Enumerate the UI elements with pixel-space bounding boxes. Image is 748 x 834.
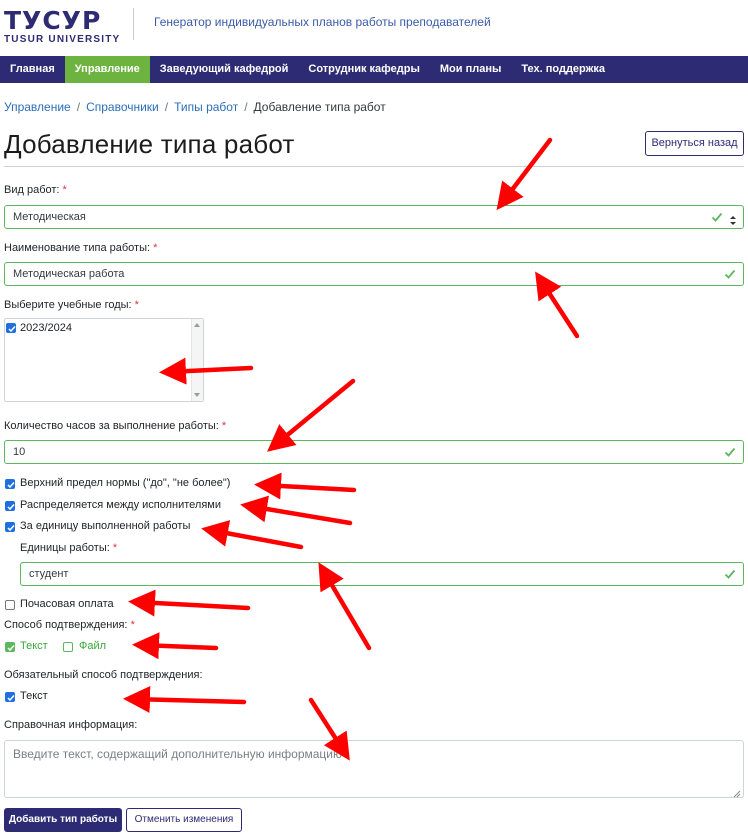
annotation-arrow: [254, 472, 357, 500]
work-type-name-label: Наименование типа работы: *: [4, 242, 157, 254]
upper-limit-label[interactable]: Верхний предел нормы ("до", "не более"): [20, 477, 230, 489]
header-divider: [133, 8, 134, 40]
tusur-logo[interactable]: ТУСУР TUSUR UNIVERSITY: [4, 8, 120, 45]
mandatory-confirm-label: Обязательный способ подтверждения:: [4, 669, 203, 681]
annotation-arrow: [240, 495, 353, 526]
confirm-file-checkbox[interactable]: [63, 642, 73, 652]
valid-check-icon: [724, 568, 736, 580]
reference-info-placeholder: Введите текст, содержащий дополнительную…: [13, 747, 343, 761]
nav-item-support[interactable]: Тех. поддержка: [511, 56, 615, 83]
upper-limit-checkbox[interactable]: [5, 479, 15, 489]
back-button[interactable]: Вернуться назад: [645, 131, 744, 156]
distributed-label[interactable]: Распределяется между исполнителями: [20, 499, 221, 511]
hourly-pay-label[interactable]: Почасовая оплата: [20, 598, 114, 610]
required-mark: *: [134, 299, 139, 311]
annotation-arrows: [123, 137, 580, 761]
hours-value: 10: [13, 446, 26, 458]
annotation-arrow: [132, 632, 219, 660]
work-kind-select[interactable]: Методическая: [4, 205, 744, 229]
nav-item-department-staff[interactable]: Сотрудник кафедры: [298, 56, 429, 83]
confirm-method-label-text: Способ подтверждения:: [4, 619, 128, 631]
units-value: студент: [29, 568, 69, 580]
annotation-arrow: [201, 520, 304, 550]
work-kind-label: Вид работ: *: [4, 184, 67, 196]
valid-check-icon: [724, 268, 736, 280]
confirm-file-label[interactable]: Файл: [79, 640, 106, 652]
annotation-arrow: [496, 137, 553, 211]
page-title: Добавление типа работ: [4, 129, 295, 159]
units-input[interactable]: студент: [20, 562, 744, 586]
breadcrumb-current: Добавление типа работ: [253, 100, 386, 114]
breadcrumb: Управление / Справочники / Типы работ / …: [4, 100, 386, 114]
work-type-name-label-text: Наименование типа работы:: [4, 242, 151, 254]
distributed-checkbox[interactable]: [5, 501, 15, 511]
hours-input[interactable]: 10: [4, 440, 744, 464]
mandatory-text-checkbox[interactable]: [5, 692, 15, 702]
breadcrumb-separator: /: [164, 100, 169, 114]
required-mark: *: [62, 184, 67, 196]
logo-subtext: TUSUR UNIVERSITY: [4, 34, 121, 45]
listbox-scrollbar[interactable]: [191, 319, 203, 401]
years-listbox[interactable]: 2023/2024: [4, 318, 204, 402]
site-header: ТУСУР TUSUR UNIVERSITY Генератор индивид…: [0, 0, 748, 56]
year-option-label: 2023/2024: [20, 322, 72, 334]
hours-label-text: Количество часов за выполнение работы:: [4, 420, 219, 432]
annotation-arrow: [535, 271, 580, 339]
work-kind-label-text: Вид работ:: [4, 184, 60, 196]
app-title[interactable]: Генератор индивидуальных планов работы п…: [154, 15, 491, 29]
years-label-text: Выберите учебные годы:: [4, 299, 132, 311]
cancel-changes-button[interactable]: Отменить изменения: [126, 808, 242, 832]
breadcrumb-separator: /: [76, 100, 81, 114]
per-unit-checkbox[interactable]: [5, 522, 15, 532]
reference-info-label: Справочная информация:: [4, 719, 138, 731]
hours-label: Количество часов за выполнение работы: *: [4, 420, 226, 432]
annotation-arrow: [123, 685, 247, 713]
select-arrows-icon: [730, 212, 736, 225]
nav-item-home[interactable]: Главная: [0, 56, 65, 83]
scroll-down-icon[interactable]: [194, 393, 200, 397]
scroll-up-icon[interactable]: [194, 323, 200, 327]
mandatory-text-label[interactable]: Текст: [20, 690, 48, 702]
breadcrumb-directories[interactable]: Справочники: [86, 100, 159, 114]
required-mark: *: [221, 420, 227, 432]
annotation-arrow: [128, 589, 251, 617]
annotation-arrow: [267, 378, 356, 452]
year-checkbox[interactable]: [6, 323, 16, 333]
nav-item-department-head[interactable]: Заведующий кафедрой: [150, 56, 299, 83]
work-type-name-value: Методическая работа: [13, 268, 125, 280]
nav-item-management[interactable]: Управление: [64, 56, 150, 83]
breadcrumb-work-types[interactable]: Типы работ: [174, 100, 238, 114]
work-kind-value: Методическая: [13, 211, 86, 223]
units-label-text: Единицы работы:: [20, 542, 110, 554]
logo-text: ТУСУР: [4, 6, 102, 35]
breadcrumb-separator: /: [244, 100, 248, 114]
required-mark: *: [112, 542, 118, 554]
valid-check-icon: [724, 446, 736, 458]
per-unit-label[interactable]: За единицу выполненной работы: [20, 520, 190, 532]
required-mark: *: [153, 242, 158, 254]
main-navbar: Главная Управление Заведующий кафедрой С…: [0, 56, 748, 83]
confirm-method-label: Способ подтверждения: *: [4, 619, 135, 631]
reference-info-textarea[interactable]: Введите текст, содержащий дополнительную…: [4, 740, 744, 798]
work-type-name-input[interactable]: Методическая работа: [4, 262, 744, 286]
hourly-pay-checkbox[interactable]: [5, 600, 15, 610]
breadcrumb-management[interactable]: Управление: [4, 100, 71, 114]
add-work-type-button[interactable]: Добавить тип работы: [4, 808, 122, 832]
required-mark: *: [130, 619, 135, 631]
years-label: Выберите учебные годы: *: [4, 299, 139, 311]
units-label: Единицы работы: *: [20, 542, 117, 554]
confirm-text-checkbox[interactable]: [5, 642, 15, 652]
valid-check-icon: [711, 211, 723, 223]
nav-item-my-plans[interactable]: Мои планы: [430, 56, 512, 83]
resize-handle-icon[interactable]: [733, 787, 741, 798]
title-divider: [4, 166, 744, 167]
confirm-text-label[interactable]: Текст: [20, 640, 48, 652]
